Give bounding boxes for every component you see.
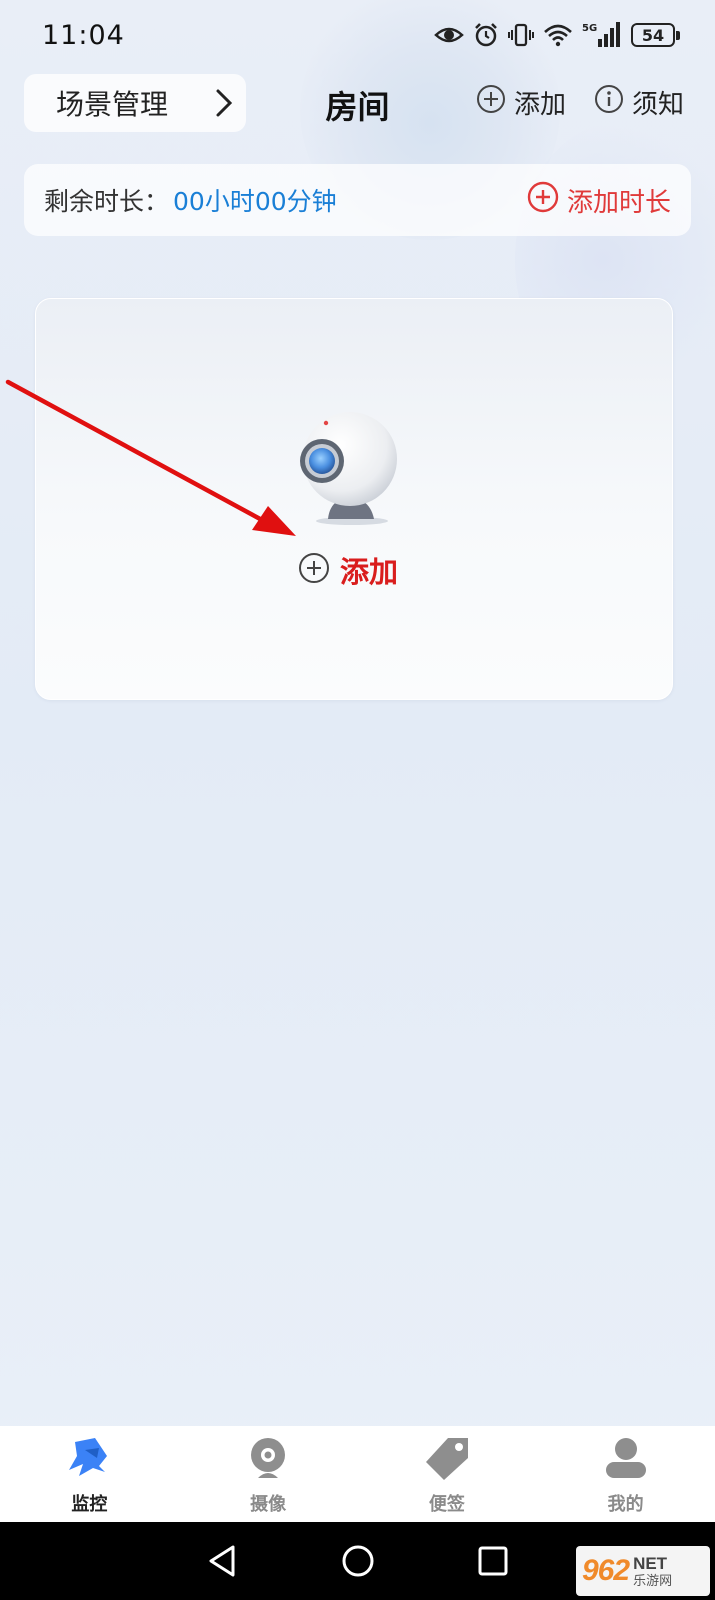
plus-circle-icon (476, 84, 506, 121)
tab-label: 便签 (428, 1494, 465, 1515)
watermark-number: 962 (582, 1554, 630, 1587)
plus-circle-red-icon (527, 181, 559, 220)
info-icon (594, 84, 624, 121)
battery-icon: 54 (631, 23, 680, 47)
camera-icon (246, 1436, 290, 1484)
tab-label: 我的 (607, 1494, 644, 1515)
recents-icon[interactable] (477, 1545, 509, 1577)
watermark-net: NET (633, 1553, 668, 1573)
tab-monitor[interactable]: 监控 (0, 1426, 179, 1522)
header-add-button[interactable]: 添加 (476, 84, 566, 121)
tab-camera[interactable]: 摄像 (179, 1426, 358, 1522)
remaining-time-value: 00小时00分钟 (173, 187, 337, 216)
wifi-icon (543, 23, 573, 47)
status-bar: 11:04 5G 54 (0, 0, 715, 70)
scene-management-label: 场景管理 (56, 88, 169, 121)
monitor-icon (65, 1436, 113, 1484)
remaining-time-label: 剩余时长： (44, 187, 170, 216)
home-icon[interactable] (341, 1544, 375, 1578)
notice-label: 须知 (632, 90, 685, 120)
bottom-tab-bar: 监控 摄像 便签 我的 (0, 1426, 715, 1522)
user-icon (604, 1436, 648, 1484)
watermark-text: 乐游网 (633, 1573, 673, 1589)
tag-icon (424, 1436, 470, 1484)
add-time-button[interactable]: 添加时长 (527, 181, 671, 220)
annotation-arrow (0, 370, 310, 544)
signal-icon: 5G (582, 21, 622, 49)
tab-mine[interactable]: 我的 (536, 1426, 715, 1522)
tab-notes[interactable]: 便签 (358, 1426, 537, 1522)
eye-icon (434, 25, 464, 45)
card-add-label: 添加 (340, 555, 399, 589)
header-add-label: 添加 (514, 90, 567, 120)
card-add-button[interactable]: 添加 (298, 549, 398, 591)
alarm-icon (473, 22, 499, 48)
tab-label: 摄像 (250, 1494, 287, 1515)
network-type: 5G (582, 23, 597, 34)
header: 场景管理 房间 添加 须知 (0, 72, 715, 134)
vibrate-icon (508, 22, 534, 48)
chevron-right-icon (214, 88, 234, 125)
status-icons: 5G 54 (434, 21, 680, 49)
remaining-time-bar: 剩余时长： 00小时00分钟 添加时长 (24, 164, 691, 236)
tab-label: 监控 (71, 1494, 108, 1515)
status-time: 11:04 (42, 19, 125, 51)
camera-illustration (294, 407, 404, 531)
add-time-label: 添加时长 (566, 187, 671, 218)
page-title: 房间 (325, 88, 390, 126)
notice-button[interactable]: 须知 (594, 84, 684, 121)
scene-management-button[interactable]: 场景管理 (24, 74, 246, 132)
watermark-logo: 962 NET 乐游网 (576, 1546, 710, 1596)
back-icon[interactable] (207, 1544, 239, 1578)
plus-circle-icon (298, 552, 330, 588)
watermark-text-group: NET 乐游网 (633, 1555, 672, 1588)
